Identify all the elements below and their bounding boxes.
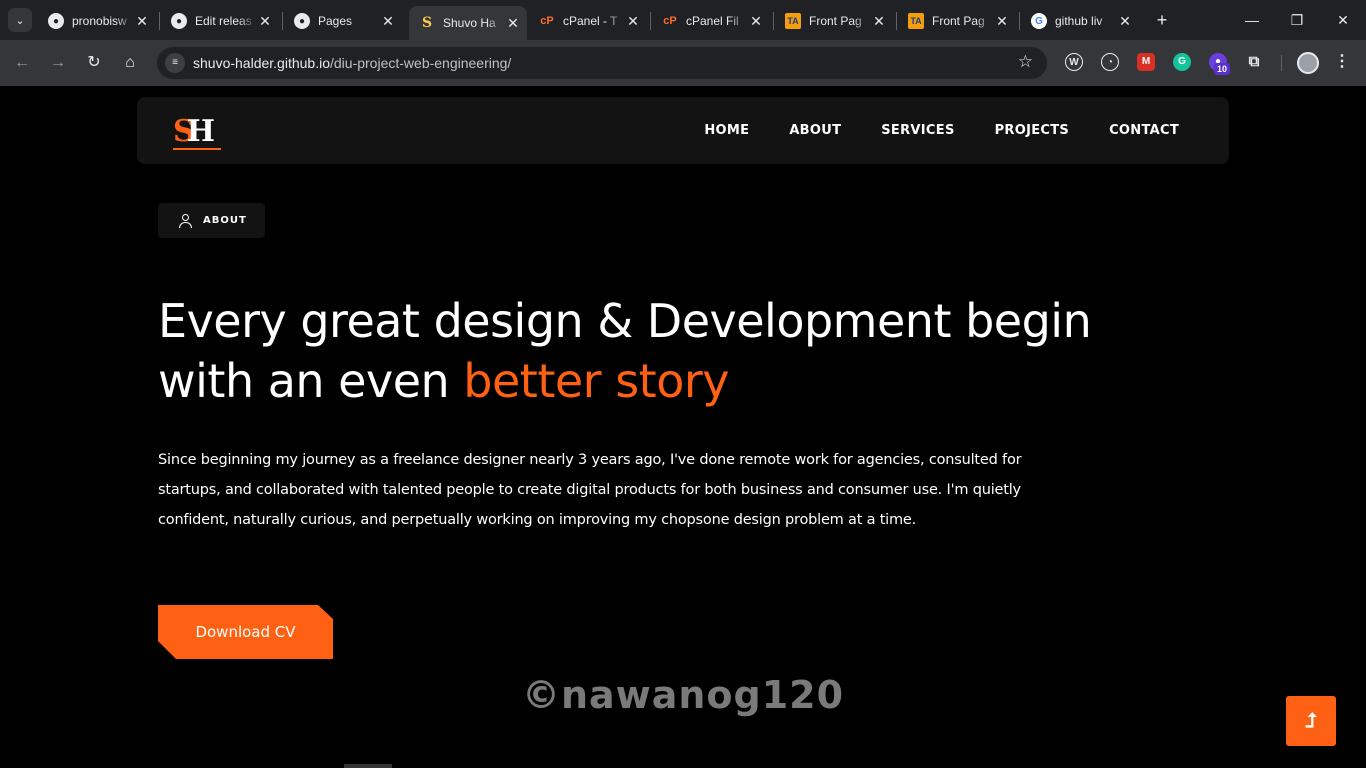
- logo-s: S: [173, 114, 194, 149]
- tab-separator: [773, 12, 774, 30]
- close-icon[interactable]: ✕: [134, 13, 150, 30]
- tab-title: pronobisw: [72, 14, 127, 28]
- scroll-to-top-button[interactable]: ⮥: [1286, 696, 1336, 746]
- restore-button[interactable]: ❐: [1282, 8, 1312, 32]
- tab-8[interactable]: G github liv ✕: [1021, 6, 1139, 36]
- close-icon[interactable]: ✕: [505, 15, 521, 32]
- ta-icon: TA: [908, 13, 924, 29]
- github-icon: ●: [294, 13, 310, 29]
- nav-services[interactable]: SERVICES: [881, 123, 954, 138]
- github-icon: ●: [48, 13, 64, 29]
- tab-separator: [896, 12, 897, 30]
- tab-title: cPanel Fil: [686, 14, 739, 28]
- github-icon: ●: [171, 13, 187, 29]
- logo-underline: [173, 148, 221, 150]
- tab-title: Edit releas: [195, 14, 252, 28]
- extension-badge: 10: [1214, 63, 1231, 75]
- site-s-icon: S: [421, 15, 433, 31]
- tab-title: Front Pag: [932, 14, 985, 28]
- tab-separator: [282, 12, 283, 30]
- section-label: ABOUT: [158, 203, 265, 238]
- web-page: SH HOME ABOUT SERVICES PROJECTS CONTACT …: [0, 86, 1366, 768]
- nav-projects[interactable]: PROJECTS: [995, 123, 1069, 138]
- site-logo[interactable]: SH: [173, 115, 221, 149]
- profile-avatar[interactable]: [1297, 52, 1319, 74]
- tab-7[interactable]: TA Front Pag ✕: [898, 6, 1016, 36]
- close-icon[interactable]: ✕: [625, 13, 641, 30]
- tab-title: github liv: [1055, 14, 1103, 28]
- logo-h: H: [186, 114, 216, 149]
- tab-title: Shuvo Ha: [443, 16, 496, 30]
- close-icon[interactable]: ✕: [1117, 13, 1133, 30]
- page-bottom-bar: [344, 764, 392, 768]
- browser-toolbar: ← → ↻ ⌂ ≡ shuvo-halder.github.io/diu-pro…: [0, 40, 1366, 86]
- menu-kebab-icon[interactable]: ⋮: [1333, 53, 1351, 71]
- site-info-icon[interactable]: ≡: [165, 53, 185, 73]
- clock-extension-icon[interactable]: ◔: [1101, 53, 1119, 71]
- cpanel-icon: cP: [663, 15, 677, 27]
- tab-separator: [650, 12, 651, 30]
- tab-search-button[interactable]: ⌄: [8, 8, 32, 32]
- tab-1[interactable]: ● Edit releas ✕: [161, 6, 279, 36]
- home-button[interactable]: ⌂: [118, 51, 142, 75]
- url-host: shuvo-halder.github.io: [193, 55, 330, 71]
- site-header: SH HOME ABOUT SERVICES PROJECTS CONTACT: [137, 97, 1229, 164]
- mail-extension-icon[interactable]: M: [1137, 53, 1155, 71]
- bookmark-star-icon[interactable]: ☆: [1018, 52, 1033, 72]
- url-text[interactable]: shuvo-halder.github.io/diu-project-web-e…: [193, 55, 511, 71]
- tab-bar: ⌄ ● pronobisw ✕ ● Edit releas ✕ ● Pages …: [0, 0, 1366, 40]
- url-path: /diu-project-web-engineering/: [330, 55, 512, 71]
- bio-paragraph: Since beginning my journey as a freelanc…: [158, 452, 1022, 528]
- tab-0[interactable]: ● pronobisw ✕: [38, 6, 156, 36]
- watermark-text: ©nawanog120: [521, 673, 845, 717]
- nav-contact[interactable]: CONTACT: [1109, 123, 1179, 138]
- hero-headline: Every great design & Development begin w…: [158, 291, 1158, 411]
- nav-home[interactable]: HOME: [704, 123, 749, 138]
- tab-4[interactable]: cP cPanel - T ✕: [529, 6, 647, 36]
- google-icon: G: [1031, 13, 1047, 29]
- ta-icon: TA: [785, 13, 801, 29]
- toolbar-divider: [1281, 55, 1282, 71]
- section-label-text: ABOUT: [203, 215, 247, 226]
- tab-separator: [159, 12, 160, 30]
- download-cv-button[interactable]: Download CV: [158, 605, 333, 659]
- tab-separator: [1019, 12, 1020, 30]
- extensions-icon[interactable]: ⧉: [1245, 53, 1263, 71]
- new-tab-button[interactable]: +: [1152, 10, 1172, 30]
- close-icon[interactable]: ✕: [380, 13, 396, 30]
- tab-title: Front Pag: [809, 14, 862, 28]
- close-icon[interactable]: ✕: [257, 13, 273, 30]
- grammarly-extension-icon[interactable]: G: [1173, 53, 1191, 71]
- tab-title: Pages: [318, 14, 353, 28]
- address-bar[interactable]: ≡ shuvo-halder.github.io/diu-project-web…: [157, 47, 1047, 79]
- tab-3-active[interactable]: S Shuvo Ha ✕: [409, 6, 527, 40]
- tab-5[interactable]: cP cPanel Fil ✕: [652, 6, 770, 36]
- arrow-up-icon: ⮥: [1305, 709, 1317, 732]
- back-button[interactable]: ←: [10, 51, 34, 75]
- nav-about[interactable]: ABOUT: [789, 123, 841, 138]
- close-icon[interactable]: ✕: [994, 13, 1010, 30]
- cpanel-icon: cP: [540, 15, 554, 27]
- main-nav: HOME ABOUT SERVICES PROJECTS CONTACT: [704, 97, 1179, 164]
- reload-button[interactable]: ↻: [82, 51, 106, 75]
- tab-title: cPanel - T: [563, 14, 618, 28]
- forward-button[interactable]: →: [46, 51, 70, 75]
- close-icon[interactable]: ✕: [748, 13, 764, 30]
- tab-2[interactable]: ● Pages ✕: [284, 6, 402, 36]
- close-icon[interactable]: ✕: [871, 13, 887, 30]
- minimize-button[interactable]: —: [1237, 8, 1267, 32]
- tab-6[interactable]: TA Front Pag ✕: [775, 6, 893, 36]
- close-window-button[interactable]: ✕: [1328, 8, 1358, 32]
- user-icon: [179, 213, 193, 228]
- wordpress-extension-icon[interactable]: W: [1065, 53, 1083, 71]
- headline-accent: better story: [463, 354, 729, 408]
